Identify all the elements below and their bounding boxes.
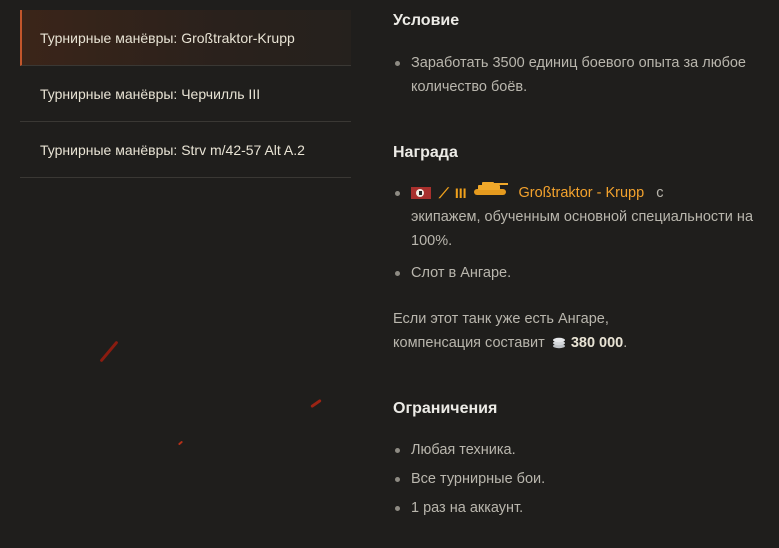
- vehicle-name-link[interactable]: Großtraktor - Krupp: [518, 181, 644, 205]
- bullet-icon: [395, 271, 400, 276]
- mission-item-strv[interactable]: Турнирные манёвры: Strv m/42-57 Alt A.2: [20, 122, 351, 178]
- limit-text: 1 раз на аккаунт.: [411, 500, 524, 516]
- compensation-line-1: Если этот танк уже есть Ангаре,: [393, 311, 609, 327]
- bullet-icon: [395, 506, 400, 511]
- limit-text: Все турнирные бои.: [411, 471, 546, 487]
- compensation-text: Если этот танк уже есть Ангаре, компенса…: [393, 307, 753, 357]
- list-item: Любая техника.: [393, 438, 753, 462]
- ember-spark: [177, 440, 184, 446]
- vehicle-suffix: с: [656, 185, 664, 201]
- slot-text: Слот в Ангаре.: [411, 265, 512, 281]
- limits-list: Любая техника. Все турнирные бои. 1 раз …: [393, 438, 753, 520]
- mission-item-grosstraktor[interactable]: Турнирные манёвры: Großtraktor-Krupp: [20, 10, 351, 66]
- mission-item-label: Турнирные манёвры: Großtraktor-Krupp: [40, 29, 295, 46]
- vehicle-tier: III: [454, 185, 467, 201]
- vehicle-line: ⟋ III Großtraktor - Krupp с: [411, 181, 753, 205]
- ember-spark: [99, 340, 119, 363]
- tank-icon: [472, 181, 510, 205]
- reward-list: ⟋ III Großtraktor - Krupp с экипажем, об…: [393, 181, 753, 285]
- bullet-icon: [395, 191, 400, 196]
- list-item: Слот в Ангаре.: [393, 261, 753, 285]
- mission-item-churchill[interactable]: Турнирные манёвры: Черчилль III: [20, 66, 351, 122]
- bullet-icon: [395, 448, 400, 453]
- mission-item-label: Турнирные манёвры: Strv m/42-57 Alt A.2: [40, 141, 305, 158]
- condition-title: Условие: [393, 12, 460, 29]
- list-item: Все турнирные бои.: [393, 467, 753, 491]
- reward-title: Награда: [393, 144, 458, 161]
- mission-list: Турнирные манёвры: Großtraktor-Krupp Тур…: [20, 10, 351, 178]
- condition-list: Заработать 3500 единиц боевого опыта за …: [393, 51, 753, 99]
- compensation-line-2: компенсация составит: [393, 335, 545, 351]
- credits-icon: [551, 333, 567, 357]
- light-tank-class-icon: ⟋: [439, 185, 449, 201]
- compensation-amount: 380 000: [570, 335, 624, 351]
- compensation-end: .: [623, 335, 628, 351]
- condition-text: Заработать 3500 единиц боевого опыта за …: [411, 55, 747, 95]
- list-item: ⟋ III Großtraktor - Krupp с экипажем, об…: [393, 181, 753, 253]
- bullet-icon: [395, 61, 400, 66]
- mission-item-label: Турнирные манёвры: Черчилль III: [40, 85, 261, 102]
- list-item: 1 раз на аккаунт.: [393, 496, 753, 520]
- limit-text: Любая техника.: [411, 442, 516, 458]
- ember-spark: [310, 398, 322, 409]
- bullet-icon: [395, 477, 400, 482]
- germany-flag-icon: [411, 187, 431, 199]
- limits-title: Ограничения: [393, 400, 498, 417]
- crew-text: экипажем, обученным основной специальнос…: [411, 209, 754, 249]
- list-item: Заработать 3500 единиц боевого опыта за …: [393, 51, 753, 99]
